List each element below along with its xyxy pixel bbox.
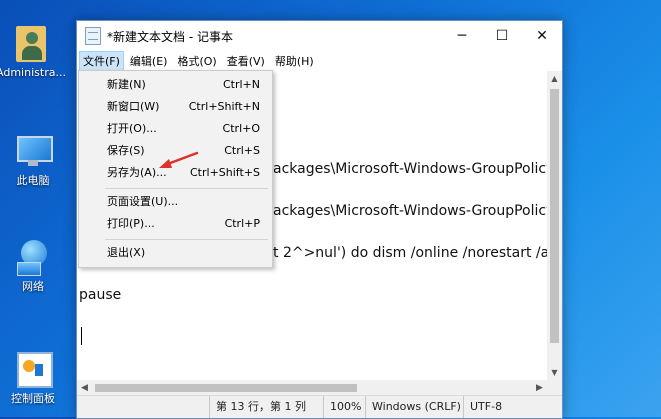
menu-item-new[interactable]: 新建(N) Ctrl+N: [79, 75, 272, 95]
status-encoding: UTF-8: [463, 396, 562, 418]
window-title: *新建文本文档 - 记事本: [107, 29, 233, 44]
menu-view[interactable]: 查看(V): [223, 51, 269, 71]
desktop-icon-label: 此电脑: [16, 174, 50, 187]
status-bar: 第 13 行，第 1 列 100% Windows (CRLF) UTF-8: [77, 395, 562, 418]
notepad-app-icon: [85, 27, 101, 45]
menu-item-label: 保存(S): [107, 144, 145, 157]
desktop-icon-this-pc[interactable]: 此电脑: [0, 132, 68, 188]
menu-item-page-setup[interactable]: 页面设置(U)...: [79, 192, 272, 212]
menu-item-label: 退出(X): [107, 246, 146, 259]
status-line-ending: Windows (CRLF): [365, 396, 464, 418]
desktop-icon-label: 网络: [22, 280, 44, 293]
desktop-icon-label: 控制面板: [11, 392, 55, 405]
menu-item-label: 新建(N): [107, 78, 146, 91]
scroll-left-icon[interactable]: ◀: [77, 380, 92, 396]
menu-item-exit[interactable]: 退出(X): [79, 243, 272, 263]
menu-help[interactable]: 帮助(H): [271, 51, 318, 71]
status-position: 第 13 行，第 1 列: [209, 396, 316, 418]
scrollbar-corner: [547, 380, 562, 396]
network-icon: [15, 238, 51, 276]
this-pc-icon: [15, 132, 53, 168]
editor-line: ackages\Microsoft-Windows-GroupPolicy-(: [273, 161, 547, 177]
desktop-icon-administrator[interactable]: Administra...: [0, 26, 66, 79]
text-caret: [81, 327, 82, 345]
scroll-down-icon[interactable]: ▼: [547, 365, 562, 380]
title-bar[interactable]: *新建文本文档 - 记事本 ─ ☐ ✕: [77, 21, 562, 51]
desktop-icon-network[interactable]: 网络: [0, 238, 68, 294]
menu-separator: [105, 188, 268, 189]
desktop-icon-label: Administra...: [0, 66, 66, 79]
menu-item-new-window[interactable]: 新窗口(W) Ctrl+Shift+N: [79, 97, 272, 117]
annotation-arrow-icon: [159, 151, 199, 168]
menu-item-shortcut: Ctrl+N: [222, 78, 260, 91]
vertical-scrollbar[interactable]: ▲ ▼: [547, 71, 562, 380]
menu-item-print[interactable]: 打印(P)... Ctrl+P: [79, 214, 272, 234]
vertical-scroll-thumb[interactable]: [550, 89, 559, 343]
menu-item-shortcut: Ctrl+Shift+N: [188, 100, 260, 113]
close-button[interactable]: ✕: [522, 21, 562, 51]
scroll-right-icon[interactable]: ▶: [532, 380, 547, 396]
maximize-button[interactable]: ☐: [482, 21, 522, 51]
menu-item-shortcut: Ctrl+S: [224, 144, 260, 157]
menu-edit[interactable]: 编辑(E): [126, 51, 172, 71]
editor-line: pause: [79, 287, 122, 303]
menu-file[interactable]: 文件(F): [79, 51, 124, 71]
control-panel-icon: [15, 350, 53, 388]
editor-line: ackages\Microsoft-Windows-GroupPolicy-(: [273, 203, 547, 219]
menu-item-label: 打开(O)...: [107, 122, 157, 135]
menu-separator: [105, 239, 268, 240]
status-zoom: 100%: [323, 396, 366, 418]
menu-item-label: 打印(P)...: [107, 217, 155, 230]
menu-item-shortcut: Ctrl+O: [222, 122, 260, 135]
menu-bar: 文件(F) 编辑(E) 格式(O) 查看(V) 帮助(H): [77, 51, 562, 71]
desktop-icon-control-panel[interactable]: 控制面板: [0, 350, 68, 406]
scroll-up-icon[interactable]: ▲: [547, 71, 562, 86]
menu-item-label: 新窗口(W): [107, 100, 160, 113]
horizontal-scrollbar[interactable]: ◀ ▶: [77, 380, 547, 396]
user-folder-icon: [13, 26, 49, 62]
editor-line: t 2^>nul') do dism /online /norestart /a…: [273, 245, 547, 261]
horizontal-scroll-thumb[interactable]: [95, 384, 357, 392]
menu-item-label: 页面设置(U)...: [107, 195, 179, 208]
menu-format[interactable]: 格式(O): [173, 51, 220, 71]
menu-item-open[interactable]: 打开(O)... Ctrl+O: [79, 119, 272, 139]
menu-item-shortcut: Ctrl+P: [224, 217, 260, 230]
minimize-button[interactable]: ─: [442, 21, 482, 51]
